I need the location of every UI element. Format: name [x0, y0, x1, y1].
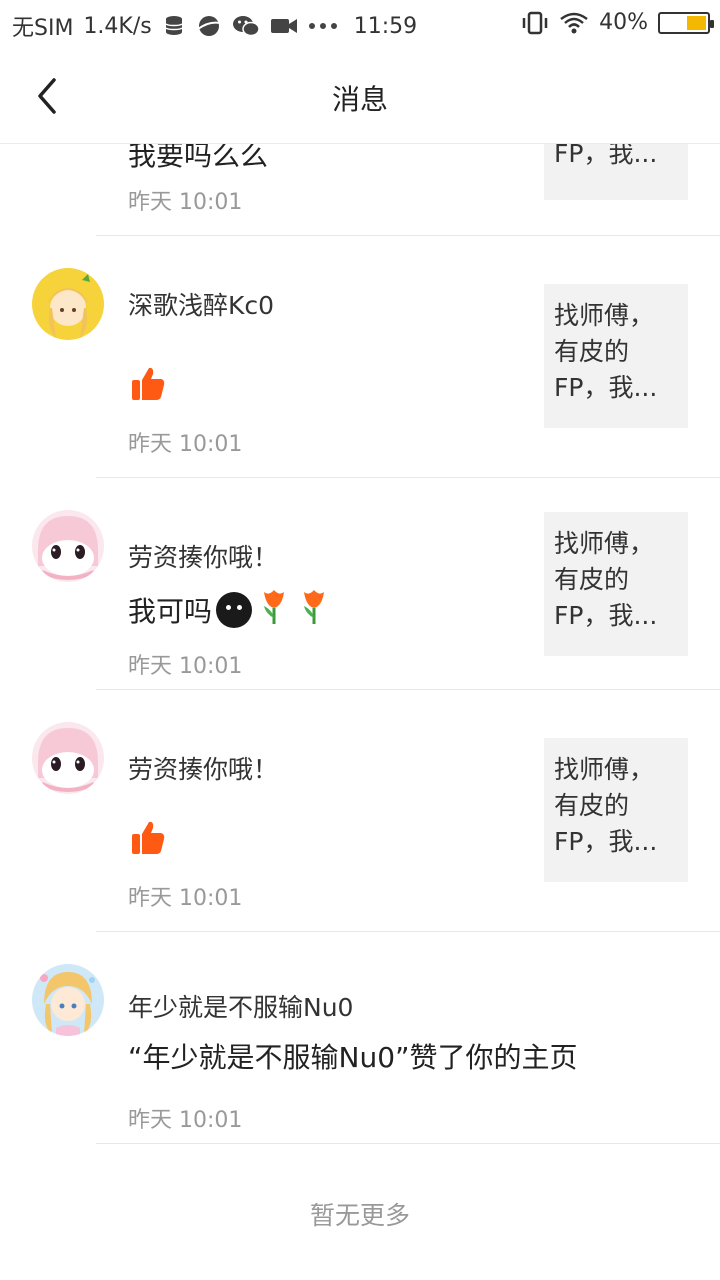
header: 消息: [0, 48, 720, 144]
message-time: 昨天 10:01: [128, 654, 243, 679]
message-item[interactable]: 劳资揍你哦！ 我可吗 昨天 10:01 找师傅，有皮的FP，我...: [0, 478, 720, 690]
message-item[interactable]: 年少就是不服输Nu0 “年少就是不服输Nu0”赞了你的主页 昨天 10:01: [0, 932, 720, 1144]
thumbnail-text: 找师傅，有皮的FP，我...: [554, 301, 658, 402]
more-icon: [308, 22, 338, 30]
sender-name[interactable]: 年少就是不服输Nu0: [128, 988, 353, 1024]
avatar[interactable]: [32, 722, 104, 794]
face-emoji-icon: [216, 591, 253, 628]
divider: [96, 1143, 720, 1144]
message-text: 我可吗: [128, 594, 213, 628]
wechat-icon: [232, 14, 260, 38]
message-time: 昨天 10:01: [128, 190, 243, 215]
planet-icon: [196, 13, 222, 39]
status-bar: 无SIM 1.4K/s 11:59 40%: [0, 0, 720, 48]
message-item[interactable]: 劳资揍你哦！ 昨天 10:01 找师傅，有皮的FP，我...: [0, 690, 720, 932]
avatar[interactable]: [32, 268, 104, 340]
message-time: 昨天 10:01: [128, 1108, 243, 1133]
message-text: “年少就是不服输Nu0”赞了你的主页: [128, 1041, 578, 1074]
no-more-label: 暂无更多: [309, 1201, 410, 1230]
message-time: 昨天 10:01: [128, 432, 243, 457]
tulip-emoji-icon: [296, 586, 332, 633]
database-icon: [162, 14, 186, 38]
thumbnail-text: 找师傅，有皮的FP，我...: [554, 755, 658, 856]
message-content: [128, 818, 166, 863]
sender-name[interactable]: 深歌浅醉Kc0: [128, 286, 274, 322]
sender-name[interactable]: 劳资揍你哦！: [128, 538, 278, 574]
thumbs-up-icon: [128, 364, 166, 409]
network-speed: 1.4K/s: [83, 13, 152, 39]
message-item[interactable]: 深歌浅醉Kc0 昨天 10:01 找师傅，有皮的FP，我...: [0, 236, 720, 478]
video-icon: [270, 16, 298, 36]
message-content: “年少就是不服输Nu0”赞了你的主页: [128, 1036, 578, 1076]
clock: 11:59: [353, 13, 418, 39]
message-item[interactable]: 我要吗么么 昨天 10:01 FP，我...: [0, 134, 720, 236]
message-content: [128, 364, 166, 409]
vibrate-icon: [521, 11, 549, 35]
thumbs-up-icon: [128, 818, 166, 863]
thumbnail-text: 找师傅，有皮的FP，我...: [554, 529, 658, 630]
post-thumbnail[interactable]: 找师傅，有皮的FP，我...: [544, 512, 688, 656]
page-title: 消息: [331, 83, 388, 116]
sender-name[interactable]: 劳资揍你哦！: [128, 750, 278, 786]
post-thumbnail[interactable]: 找师傅，有皮的FP，我...: [544, 284, 688, 428]
battery-icon: [658, 11, 714, 34]
wifi-icon: [559, 11, 589, 35]
battery-percent: 40%: [599, 10, 648, 35]
avatar[interactable]: [32, 510, 104, 582]
carrier-label: 无SIM: [12, 16, 74, 41]
message-content: 我可吗: [128, 586, 332, 633]
post-thumbnail[interactable]: 找师傅，有皮的FP，我...: [544, 738, 688, 882]
tulip-emoji-icon: [256, 586, 292, 633]
avatar[interactable]: [32, 964, 104, 1036]
message-time: 昨天 10:01: [128, 886, 243, 911]
